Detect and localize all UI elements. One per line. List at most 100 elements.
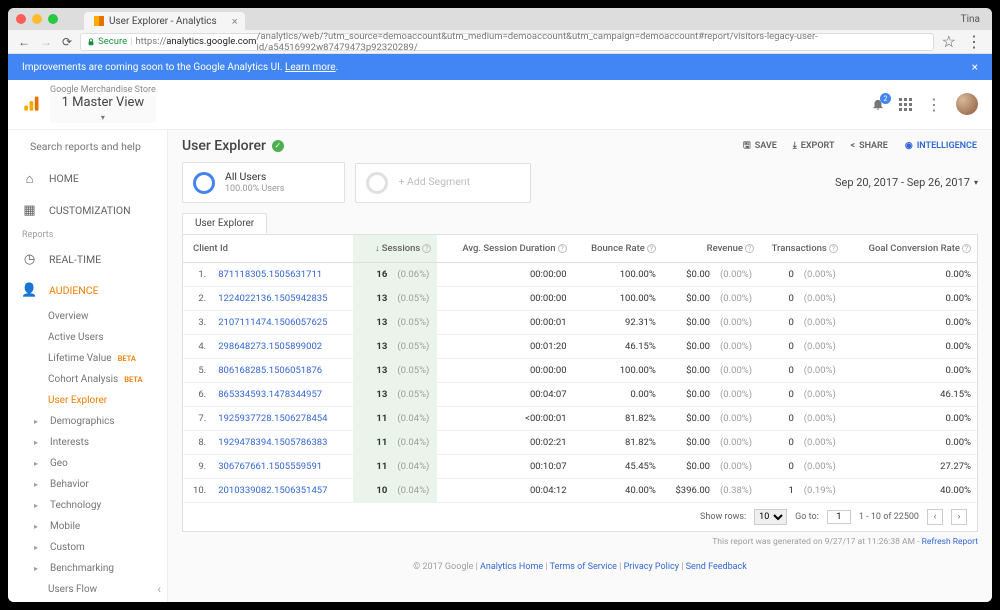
help-icon[interactable]: ? xyxy=(829,244,838,253)
forward-icon[interactable]: → xyxy=(40,35,52,49)
chevron-right-icon: ▸ xyxy=(34,522,44,531)
export-button[interactable]: ⤓EXPORT xyxy=(793,141,835,151)
sidebar-sub-geo[interactable]: ▸Geo xyxy=(8,453,167,474)
sidebar-item-customization[interactable]: ▦CUSTOMIZATION xyxy=(8,195,167,226)
footer-link-home[interactable]: Analytics Home xyxy=(480,562,543,572)
browser-profile[interactable]: Tina xyxy=(961,14,984,25)
sidebar-sub-overview[interactable]: Overview xyxy=(8,306,167,327)
sidebar: ⌂HOME ▦CUSTOMIZATION Reports ◷REAL-TIME … xyxy=(8,130,168,602)
sidebar-sub-behavior[interactable]: ▸Behavior xyxy=(8,474,167,495)
star-icon[interactable]: ☆ xyxy=(942,32,956,51)
sidebar-item-home[interactable]: ⌂HOME xyxy=(8,163,167,195)
url-path: /analytics/web/?utm_source=demoaccount&u… xyxy=(257,31,927,53)
table-footer: Show rows: 10 Go to: 1 - 10 of 22500 ‹ › xyxy=(183,503,977,531)
share-button[interactable]: <SHARE xyxy=(851,141,888,151)
sidebar-sub-users-flow[interactable]: Users Flow xyxy=(8,579,167,600)
sidebar-sub-user-explorer[interactable]: User Explorer xyxy=(8,390,167,411)
clock-icon: ◷ xyxy=(22,252,37,267)
client-id-link[interactable]: 298648273.1505899002 xyxy=(218,341,322,352)
client-id-link[interactable]: 1925937728.1506278454 xyxy=(218,413,327,424)
apps-icon[interactable] xyxy=(899,98,912,111)
menu-icon[interactable]: ⋮ xyxy=(966,32,982,51)
refresh-report-link[interactable]: Refresh Report xyxy=(922,537,978,547)
sidebar-sub-cohort[interactable]: Cohort AnalysisBETA xyxy=(8,369,167,390)
intelligence-button[interactable]: ◉INTELLIGENCE xyxy=(904,140,978,152)
banner-text: Improvements are coming soon to the Goog… xyxy=(22,62,283,73)
view-picker[interactable]: Google Merchandise Store 1 Master View ▾ xyxy=(50,86,156,123)
sidebar-item-audience[interactable]: 👤AUDIENCE xyxy=(8,275,167,306)
segment-all-users[interactable]: All Users100.00% Users xyxy=(182,162,345,203)
save-button[interactable]: 🖫SAVE xyxy=(743,138,777,154)
window-min-dot[interactable] xyxy=(32,14,42,24)
sidebar-sub-demographics[interactable]: ▸Demographics xyxy=(8,411,167,432)
browser-tab[interactable]: User Explorer - Analytics × xyxy=(84,12,245,30)
client-id-link[interactable]: 865334593.1478344957 xyxy=(218,389,322,400)
client-id-link[interactable]: 1929478394.1505786383 xyxy=(218,437,327,448)
sidebar-sub-technology[interactable]: ▸Technology xyxy=(8,495,167,516)
revenue-cell: $0.00 xyxy=(662,359,716,383)
client-id-link[interactable]: 2010339082.1506351457 xyxy=(218,485,327,496)
help-icon[interactable]: ⋮ xyxy=(926,95,942,114)
avatar[interactable] xyxy=(956,93,978,115)
window-close-dot[interactable] xyxy=(16,14,26,24)
help-icon[interactable]: ? xyxy=(422,244,431,253)
collapse-sidebar-icon[interactable]: ‹ xyxy=(157,582,161,596)
footer-link-feedback[interactable]: Send Feedback xyxy=(686,562,747,572)
banner-learn-more-link[interactable]: Learn more xyxy=(285,62,336,73)
banner-close-icon[interactable]: × xyxy=(972,60,978,74)
verified-icon: ✓ xyxy=(272,140,284,152)
col-transactions[interactable]: Transactions? xyxy=(760,235,844,263)
rows-per-page-select[interactable]: 10 xyxy=(754,509,787,525)
address-bar: ← → ⟳ Secure | https://analytics.google.… xyxy=(8,30,992,54)
sidebar-item-label: REAL-TIME xyxy=(49,253,101,266)
page-range: 1 - 10 of 22500 xyxy=(859,512,919,522)
close-icon[interactable]: × xyxy=(232,15,238,28)
goto-input[interactable] xyxy=(827,510,851,524)
window-max-dot[interactable] xyxy=(48,14,58,24)
prev-page-button[interactable]: ‹ xyxy=(927,509,943,525)
client-id-link[interactable]: 806168285.1506051876 xyxy=(218,365,322,376)
col-avg-duration[interactable]: Avg. Session Duration? xyxy=(437,235,572,263)
date-range-picker[interactable]: Sep 20, 2017 - Sep 26, 2017▾ xyxy=(835,176,978,189)
client-id-link[interactable]: 1224022136.1505942835 xyxy=(218,293,327,304)
footer-link-privacy[interactable]: Privacy Policy xyxy=(624,562,679,572)
sidebar-sub-benchmarking[interactable]: ▸Benchmarking xyxy=(8,558,167,579)
tx-pct: (0.00%) xyxy=(800,383,844,407)
tab-user-explorer[interactable]: User Explorer xyxy=(182,213,267,234)
back-icon[interactable]: ← xyxy=(18,35,30,49)
tx-cell: 0 xyxy=(760,455,800,479)
client-id-link[interactable]: 2107111474.1506057625 xyxy=(218,317,327,328)
reload-icon[interactable]: ⟳ xyxy=(62,35,72,49)
chevron-right-icon: ▸ xyxy=(34,501,44,510)
col-revenue[interactable]: Revenue? xyxy=(662,235,760,263)
sidebar-sub-mobile[interactable]: ▸Mobile xyxy=(8,516,167,537)
col-gcr[interactable]: Goal Conversion Rate? xyxy=(844,235,977,263)
view-name: 1 Master View xyxy=(62,96,145,110)
help-icon[interactable]: ? xyxy=(962,244,971,253)
help-icon[interactable]: ? xyxy=(558,244,567,253)
footer-link-tos[interactable]: Terms of Service xyxy=(550,562,617,572)
sidebar-item-label: Benchmarking xyxy=(50,563,114,574)
sessions-cell: 16 xyxy=(353,263,393,287)
sidebar-sub-interests[interactable]: ▸Interests xyxy=(8,432,167,453)
url-field[interactable]: Secure | https://analytics.google.com/an… xyxy=(80,33,934,51)
next-page-button[interactable]: › xyxy=(951,509,967,525)
sidebar-sub-active-users[interactable]: Active Users xyxy=(8,327,167,348)
col-sessions[interactable]: ↓Sessions? xyxy=(353,235,437,263)
client-id-link[interactable]: 871118305.1505631711 xyxy=(218,269,322,280)
add-segment-button[interactable]: + Add Segment xyxy=(355,163,531,203)
sidebar-item-label: Behavior xyxy=(50,479,89,490)
sidebar-item-realtime[interactable]: ◷ REAL-TIME xyxy=(8,244,167,275)
client-id-cell: 1929478394.1505786383 xyxy=(212,431,353,455)
help-icon[interactable]: ? xyxy=(745,244,754,253)
revenue-pct: (0.00%) xyxy=(716,359,760,383)
notifications-button[interactable]: 2 xyxy=(871,97,885,111)
client-id-link[interactable]: 306767661.1505559591 xyxy=(218,461,322,472)
sidebar-sub-lifetime-value[interactable]: Lifetime ValueBETA xyxy=(8,348,167,369)
col-client-id[interactable]: Client Id xyxy=(183,235,353,263)
sidebar-sub-custom[interactable]: ▸Custom xyxy=(8,537,167,558)
help-icon[interactable]: ? xyxy=(647,244,656,253)
col-bounce-rate[interactable]: Bounce Rate? xyxy=(573,235,662,263)
table-row: 6.865334593.147834495713(0.05%)00:04:070… xyxy=(183,383,977,407)
search-input[interactable] xyxy=(30,140,164,153)
